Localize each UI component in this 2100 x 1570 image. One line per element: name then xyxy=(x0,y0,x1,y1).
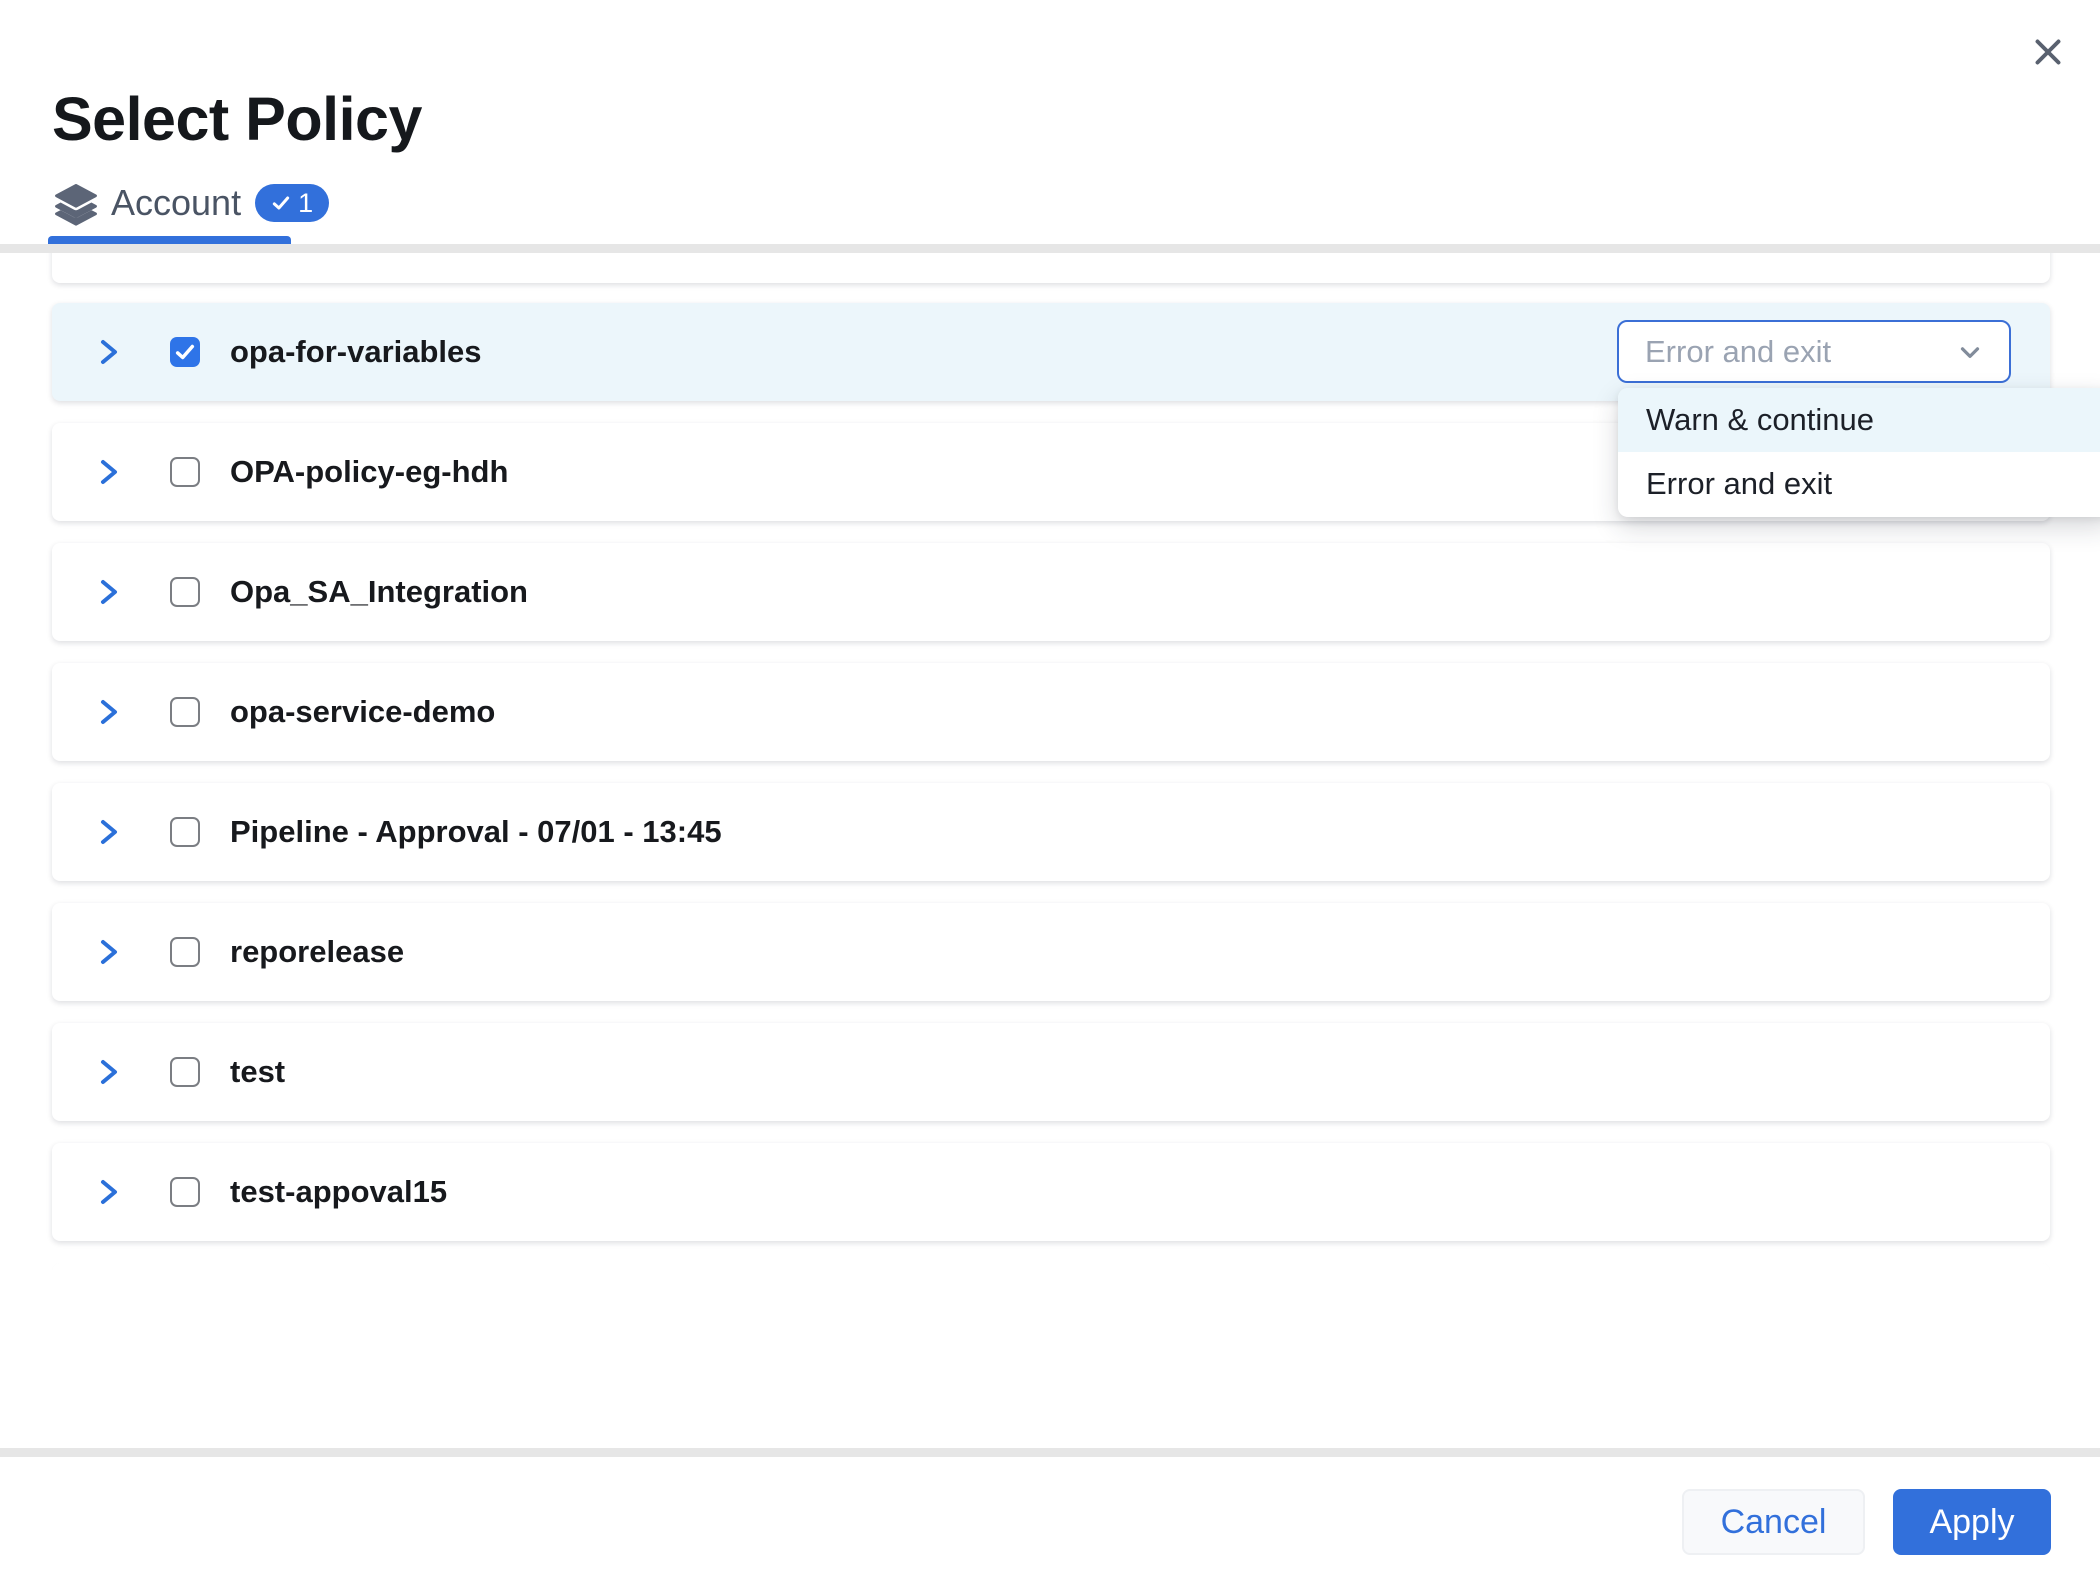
selected-count-badge: 1 xyxy=(255,184,329,222)
page-title: Select Policy xyxy=(52,84,422,154)
chevron-right-icon[interactable] xyxy=(97,1056,123,1088)
policy-row-partial-bottom xyxy=(52,1263,2050,1353)
close-icon xyxy=(2030,34,2066,70)
chevron-right-icon[interactable] xyxy=(97,576,123,608)
tab-account[interactable]: Account 1 xyxy=(55,180,329,226)
policy-row-partial-top xyxy=(52,253,2050,283)
policy-name: OPA-policy-eg-hdh xyxy=(230,454,508,490)
policy-action-value: Error and exit xyxy=(1645,334,1955,370)
policy-row[interactable]: Pipeline - Approval - 07/01 - 13:45 xyxy=(52,783,2050,881)
select-policy-dialog: Select Policy Account 1 xyxy=(0,0,2100,1570)
chevron-right-icon[interactable] xyxy=(97,696,123,728)
policy-name: Pipeline - Approval - 07/01 - 13:45 xyxy=(230,814,722,850)
policy-name: opa-for-variables xyxy=(230,334,482,370)
policy-checkbox[interactable] xyxy=(170,697,200,727)
policy-checkbox[interactable] xyxy=(170,457,200,487)
policy-row[interactable]: test-appoval15 xyxy=(52,1143,2050,1241)
policy-row[interactable]: reporelease xyxy=(52,903,2050,1001)
active-tab-indicator xyxy=(48,236,291,244)
policy-checkbox[interactable] xyxy=(170,1177,200,1207)
cancel-button[interactable]: Cancel xyxy=(1682,1489,1865,1555)
policy-checkbox[interactable] xyxy=(170,337,200,367)
header-divider xyxy=(0,244,2100,253)
policy-name: reporelease xyxy=(230,934,404,970)
chevron-down-icon xyxy=(1955,337,1985,367)
policy-checkbox[interactable] xyxy=(170,1057,200,1087)
policy-name: Opa_SA_Integration xyxy=(230,574,528,610)
policy-row[interactable]: opa-for-variables Error and exit xyxy=(52,303,2050,401)
policy-row[interactable]: test xyxy=(52,1023,2050,1121)
policy-row[interactable]: opa-service-demo xyxy=(52,663,2050,761)
close-button[interactable] xyxy=(2026,30,2070,74)
policy-checkbox[interactable] xyxy=(170,577,200,607)
layers-icon xyxy=(55,180,97,226)
selected-count: 1 xyxy=(298,188,313,219)
chevron-right-icon[interactable] xyxy=(97,936,123,968)
policy-action-dropdown-menu: Warn & continue Error and exit xyxy=(1618,388,2100,517)
dropdown-option-warn-continue[interactable]: Warn & continue xyxy=(1618,388,2100,452)
policy-checkbox[interactable] xyxy=(170,817,200,847)
tab-account-label: Account xyxy=(111,182,241,224)
chevron-right-icon[interactable] xyxy=(97,1176,123,1208)
policy-name: opa-service-demo xyxy=(230,694,495,730)
policy-name: test-appoval15 xyxy=(230,1174,447,1210)
footer-divider xyxy=(0,1448,2100,1457)
policy-action-select[interactable]: Error and exit xyxy=(1617,320,2011,383)
chevron-right-icon[interactable] xyxy=(97,816,123,848)
chevron-right-icon[interactable] xyxy=(97,456,123,488)
policy-row[interactable]: Opa_SA_Integration xyxy=(52,543,2050,641)
dropdown-option-error-exit[interactable]: Error and exit xyxy=(1618,452,2100,516)
policy-checkbox[interactable] xyxy=(170,937,200,967)
check-icon xyxy=(271,193,291,213)
apply-button[interactable]: Apply xyxy=(1893,1489,2051,1555)
policy-name: test xyxy=(230,1054,285,1090)
chevron-right-icon[interactable] xyxy=(97,336,123,368)
